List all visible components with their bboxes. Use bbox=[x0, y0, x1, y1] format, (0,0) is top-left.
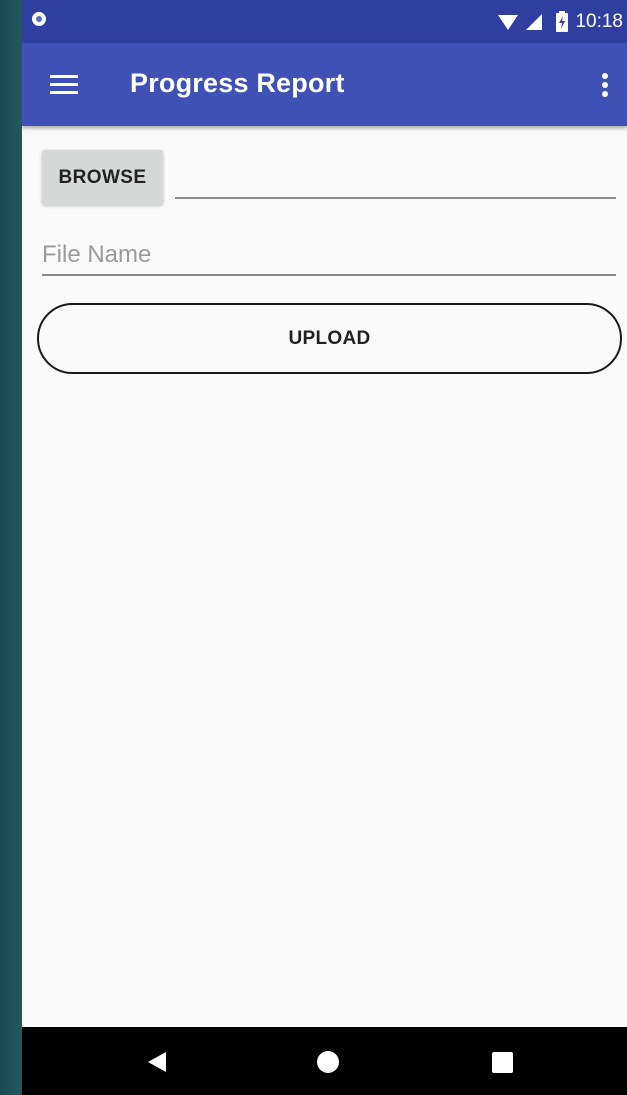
hamburger-menu-icon[interactable] bbox=[50, 72, 78, 96]
page-title: Progress Report bbox=[130, 68, 345, 98]
signal-icon bbox=[526, 14, 543, 30]
battery-charging-icon bbox=[556, 11, 569, 32]
app-bar: Progress Report bbox=[22, 43, 627, 126]
status-icons: 10:18 bbox=[497, 10, 623, 34]
home-icon[interactable] bbox=[317, 1051, 339, 1073]
recents-icon[interactable] bbox=[492, 1052, 513, 1073]
notification-icon bbox=[32, 12, 46, 26]
browse-button[interactable]: BROWSE bbox=[42, 150, 163, 205]
navigation-bar bbox=[22, 1027, 627, 1095]
phone-screen: 10:18 Progress Report BROWSE File Name U… bbox=[22, 0, 627, 1095]
more-vert-icon[interactable] bbox=[601, 72, 609, 98]
file-path-field[interactable] bbox=[175, 160, 616, 199]
file-name-input[interactable]: File Name bbox=[42, 236, 616, 276]
status-bar: 10:18 bbox=[22, 0, 627, 43]
back-icon[interactable] bbox=[146, 1051, 168, 1073]
wifi-icon bbox=[498, 15, 519, 30]
status-time: 10:18 bbox=[575, 11, 623, 32]
upload-button[interactable]: UPLOAD bbox=[37, 303, 622, 374]
